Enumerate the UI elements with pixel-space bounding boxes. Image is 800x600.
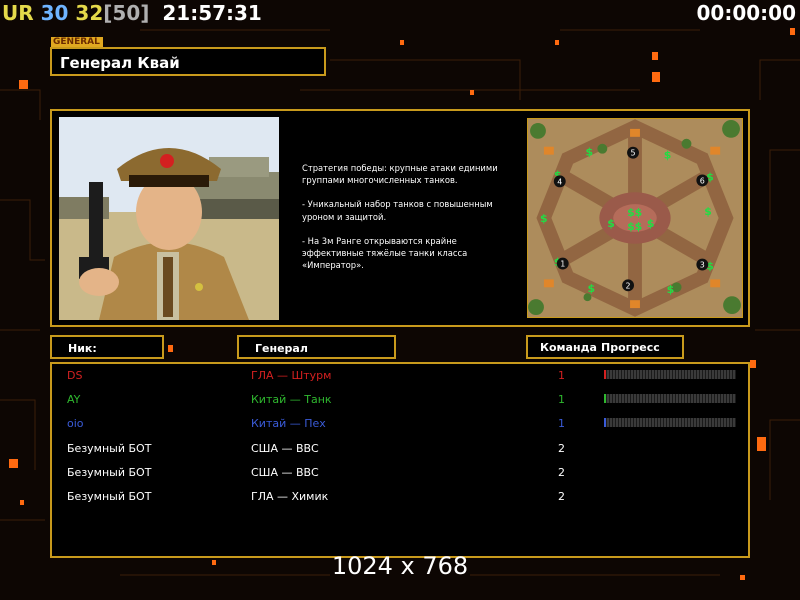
svg-text:$: $: [540, 212, 548, 225]
player-nick: DS: [67, 369, 83, 382]
player-general: США — ВВС: [251, 465, 319, 479]
count-a: 30: [40, 1, 69, 25]
column-header-general: Генерал: [237, 335, 396, 359]
spawn-label: 3: [700, 261, 705, 270]
description-line: Стратегия победы: крупные атаки единими …: [302, 163, 498, 186]
spawn-label: 4: [557, 177, 562, 186]
status-counters: UR 30 32[50] 21:57:31: [2, 1, 262, 25]
player-general: Китай — Танк: [251, 393, 332, 407]
count-b: 32: [75, 1, 104, 25]
column-header-nick-label: Ник:: [68, 342, 97, 355]
ur-label: UR: [2, 1, 34, 25]
column-header-team-label: Команда: [540, 341, 597, 354]
svg-text:$: $: [704, 205, 712, 218]
column-header-general-label: Генерал: [255, 342, 308, 355]
count-max: [50]: [103, 1, 150, 25]
spawn-label: 1: [560, 260, 565, 269]
player-team: 2: [558, 441, 565, 455]
minimap: $$$ $$$ $$$ $$$ $$$$ 1 2 3 4 5 6: [527, 118, 743, 318]
column-header-team-progress: Команда Прогресс: [526, 335, 684, 359]
player-general: ГЛА — Химик: [251, 490, 329, 503]
player-progress-bar: [604, 370, 736, 379]
player-general: ГЛА — Штурм: [251, 369, 332, 382]
player-progress-fill: [604, 418, 606, 428]
column-header-progress-label: Прогресс: [601, 341, 660, 354]
general-name: Генерал Квай: [60, 54, 180, 72]
spawn-label: 6: [700, 176, 705, 185]
general-title-box: Генерал Квай: [50, 47, 326, 76]
resolution-label: 1024 x 768: [331, 552, 469, 580]
svg-text:$$: $$: [627, 206, 642, 219]
player-team: 1: [558, 393, 565, 407]
player-row[interactable]: oio Китай — Пех 1: [52, 413, 748, 435]
player-general: Китай — Пех: [251, 417, 326, 431]
player-row[interactable]: Безумный БОТ ГЛА — Химик 2: [52, 486, 748, 508]
player-team: 2: [558, 465, 565, 479]
player-nick: AY: [67, 393, 81, 407]
players-list: DS ГЛА — Штурм 1 AY Китай — Танк 1 oio Китай — …: [50, 362, 750, 558]
general-portrait-image: [59, 117, 279, 320]
player-team: 2: [558, 490, 565, 503]
game-timer: 00:00:00: [696, 1, 797, 25]
description-line: - Уникальный набор танков с повышенным у…: [302, 199, 493, 222]
player-progress-fill: [604, 394, 606, 404]
player-nick: Безумный БОТ: [67, 441, 152, 455]
player-progress-bar: [604, 394, 736, 404]
player-nick: Безумный БОТ: [67, 465, 152, 479]
player-team: 1: [558, 369, 565, 382]
player-row[interactable]: Безумный БОТ США — ВВС 2: [52, 438, 748, 460]
player-team: 1: [558, 417, 565, 431]
svg-text:$: $: [667, 283, 675, 296]
player-row[interactable]: Безумный БОТ США — ВВС 2: [52, 462, 748, 484]
svg-text:$$: $$: [627, 220, 642, 233]
svg-text:$: $: [664, 149, 672, 162]
player-row[interactable]: AY Китай — Танк 1: [52, 389, 748, 411]
description-line: - На 3м Ранге открываются крайне эффекти…: [302, 235, 468, 271]
player-progress-fill: [604, 370, 606, 379]
column-header-nick: Ник:: [50, 335, 164, 359]
spawn-label: 2: [626, 281, 631, 290]
svg-text:$: $: [587, 282, 595, 295]
svg-text:$: $: [647, 217, 655, 230]
player-progress-bar: [604, 418, 736, 428]
svg-text:$: $: [586, 146, 594, 159]
player-nick: oio: [67, 417, 84, 431]
spawn-label: 5: [631, 149, 636, 158]
svg-text:$: $: [607, 217, 615, 230]
general-description: Стратегия победы: крупные атаки единими …: [302, 162, 517, 283]
clock: 21:57:31: [162, 1, 262, 25]
player-row[interactable]: DS ГЛА — Штурм 1: [52, 365, 748, 387]
player-nick: Безумный БОТ: [67, 490, 152, 503]
player-general: США — ВВС: [251, 441, 319, 455]
